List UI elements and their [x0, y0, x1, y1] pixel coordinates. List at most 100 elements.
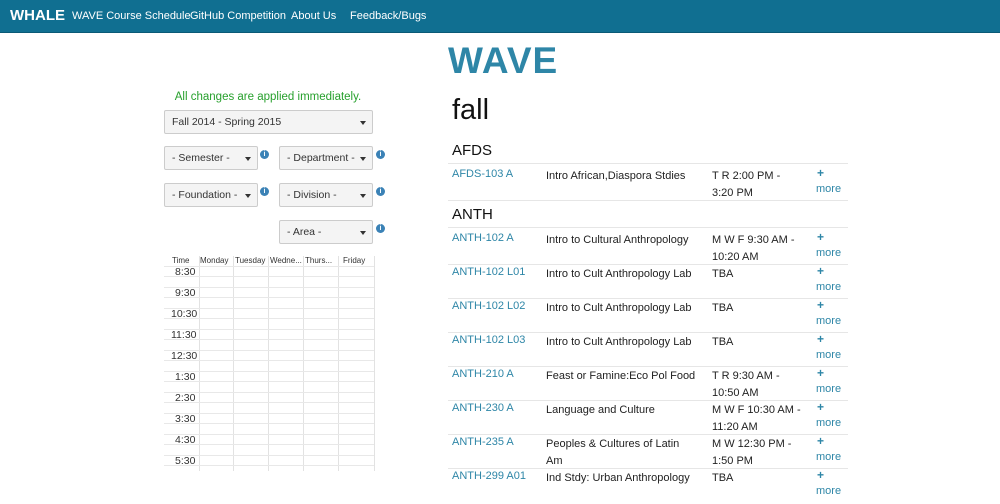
- calendar-gridline: [164, 266, 374, 267]
- plus-icon[interactable]: +: [817, 468, 824, 482]
- plus-icon[interactable]: +: [817, 366, 824, 380]
- info-icon[interactable]: i: [376, 187, 385, 196]
- calendar-gridline: [164, 434, 374, 435]
- chevron-down-icon: [245, 194, 251, 198]
- chevron-down-icon: [245, 157, 251, 161]
- more-link[interactable]: more: [816, 451, 841, 463]
- course-code-link[interactable]: ANTH-235 A: [452, 436, 514, 448]
- calendar-time-label: 3:30: [175, 413, 196, 425]
- more-link[interactable]: more: [816, 247, 841, 259]
- course-time: T R 9:30 AM - 10:50 AM: [712, 370, 780, 399]
- department-select-value: - Department -: [287, 152, 355, 164]
- calendar-header-wednesday: Wedne...: [270, 256, 302, 265]
- semester-select-value: - Semester -: [172, 152, 230, 164]
- more-link[interactable]: more: [816, 417, 841, 429]
- info-icon[interactable]: i: [376, 150, 385, 159]
- course-row: ANTH-102 L03 Intro to Cult Anthropology …: [448, 332, 848, 367]
- more-link[interactable]: more: [816, 383, 841, 395]
- course-time: M W 12:30 PM - 1:50 PM: [712, 438, 792, 467]
- course-title: Intro African,Diaspora Stdies: [546, 170, 686, 182]
- calendar-time-label: 9:30: [175, 287, 196, 299]
- calendar-gridline: [164, 444, 374, 445]
- calendar-gridline: [164, 371, 374, 372]
- department-select[interactable]: - Department -: [279, 146, 373, 170]
- calendar-time-label: 4:30: [175, 434, 196, 446]
- area-select[interactable]: - Area -: [279, 220, 373, 244]
- calendar-gridline: [164, 413, 374, 414]
- more-link[interactable]: more: [816, 315, 841, 327]
- more-link[interactable]: more: [816, 349, 841, 361]
- info-icon[interactable]: i: [260, 150, 269, 159]
- plus-icon[interactable]: +: [817, 434, 824, 448]
- course-code-link[interactable]: ANTH-102 L02: [452, 300, 525, 312]
- section-divider: [448, 163, 848, 164]
- brand-link[interactable]: WHALE: [10, 7, 65, 24]
- calendar-time-label: 11:30: [171, 329, 197, 341]
- calendar-gridline: [164, 297, 374, 298]
- plus-icon[interactable]: +: [817, 298, 824, 312]
- section-divider: [448, 227, 848, 228]
- chevron-down-icon: [360, 194, 366, 198]
- division-select[interactable]: - Division -: [279, 183, 373, 207]
- course-row: ANTH-102 A Intro to Cultural Anthropolog…: [448, 230, 848, 265]
- calendar-time-label: 1:30: [175, 371, 196, 383]
- foundation-select[interactable]: - Foundation -: [164, 183, 258, 207]
- plus-icon[interactable]: +: [817, 400, 824, 414]
- chevron-down-icon: [360, 231, 366, 235]
- area-select-value: - Area -: [287, 226, 322, 238]
- course-code-link[interactable]: ANTH-230 A: [452, 402, 514, 414]
- notice-text: All changes are applied immediately.: [174, 91, 362, 103]
- info-icon[interactable]: i: [260, 187, 269, 196]
- calendar-time-label: 8:30: [175, 266, 196, 278]
- course-title: Intro to Cult Anthropology Lab: [546, 336, 692, 348]
- course-row: ANTH-102 L01 Intro to Cult Anthropology …: [448, 264, 848, 299]
- department-heading-anth: ANTH: [452, 206, 493, 223]
- plus-icon[interactable]: +: [817, 166, 824, 180]
- calendar-divider: [303, 256, 304, 471]
- nav-link-feedback[interactable]: Feedback/Bugs: [350, 10, 426, 22]
- course-code-link[interactable]: ANTH-102 L03: [452, 334, 525, 346]
- nav-link-about-us[interactable]: About Us: [291, 10, 336, 22]
- calendar-time-label: 5:30: [175, 455, 196, 467]
- plus-icon[interactable]: +: [817, 230, 824, 244]
- nav-link-course-schedule[interactable]: WAVE Course Schedule: [72, 10, 191, 22]
- course-title: Language and Culture: [546, 404, 655, 416]
- course-row: ANTH-299 A01 Ind Stdy: Urban Anthropolog…: [448, 468, 848, 502]
- department-heading-afds: AFDS: [452, 142, 493, 159]
- course-code-link[interactable]: AFDS-103 A: [452, 168, 513, 180]
- course-row: ANTH-210 A Feast or Famine:Eco Pol Food …: [448, 366, 848, 401]
- division-select-value: - Division -: [287, 189, 337, 201]
- calendar-header-time: Time: [172, 256, 190, 265]
- more-link[interactable]: more: [816, 183, 841, 195]
- course-title: Intro to Cult Anthropology Lab: [546, 302, 692, 314]
- top-navbar: WHALE WAVE Course Schedule GitHub Compet…: [0, 0, 1000, 33]
- course-code-link[interactable]: ANTH-210 A: [452, 368, 514, 380]
- more-link[interactable]: more: [816, 281, 841, 293]
- weekly-calendar: Time Monday Tuesday Wedne... Thurs... Fr…: [164, 256, 375, 471]
- plus-icon[interactable]: +: [817, 332, 824, 346]
- calendar-header-thursday: Thurs...: [305, 256, 333, 265]
- calendar-gridline: [164, 423, 374, 424]
- nav-link-github-competition[interactable]: GitHub Competition: [190, 10, 286, 22]
- course-code-link[interactable]: ANTH-102 L01: [452, 266, 525, 278]
- course-title: Ind Stdy: Urban Anthropology: [546, 472, 690, 484]
- course-time: TBA: [712, 472, 734, 484]
- course-code-link[interactable]: ANTH-102 A: [452, 232, 514, 244]
- course-row: AFDS-103 A Intro African,Diaspora Stdies…: [448, 166, 848, 201]
- course-title: Intro to Cult Anthropology Lab: [546, 268, 692, 280]
- course-time: M W F 10:30 AM - 11:20 AM: [712, 404, 801, 433]
- calendar-divider: [268, 256, 269, 471]
- plus-icon[interactable]: +: [817, 264, 824, 278]
- semester-select[interactable]: - Semester -: [164, 146, 258, 170]
- course-code-link[interactable]: ANTH-299 A01: [452, 470, 526, 482]
- info-icon[interactable]: i: [376, 224, 385, 233]
- course-title: Feast or Famine:Eco Pol Food: [546, 370, 696, 382]
- term-select[interactable]: Fall 2014 - Spring 2015: [164, 110, 373, 134]
- more-link[interactable]: more: [816, 485, 841, 497]
- calendar-gridline: [164, 392, 374, 393]
- calendar-header-monday: Monday: [200, 256, 229, 265]
- calendar-gridline: [164, 381, 374, 382]
- calendar-gridline: [164, 287, 374, 288]
- calendar-divider: [199, 256, 200, 471]
- course-title: Intro to Cultural Anthropology: [546, 234, 689, 246]
